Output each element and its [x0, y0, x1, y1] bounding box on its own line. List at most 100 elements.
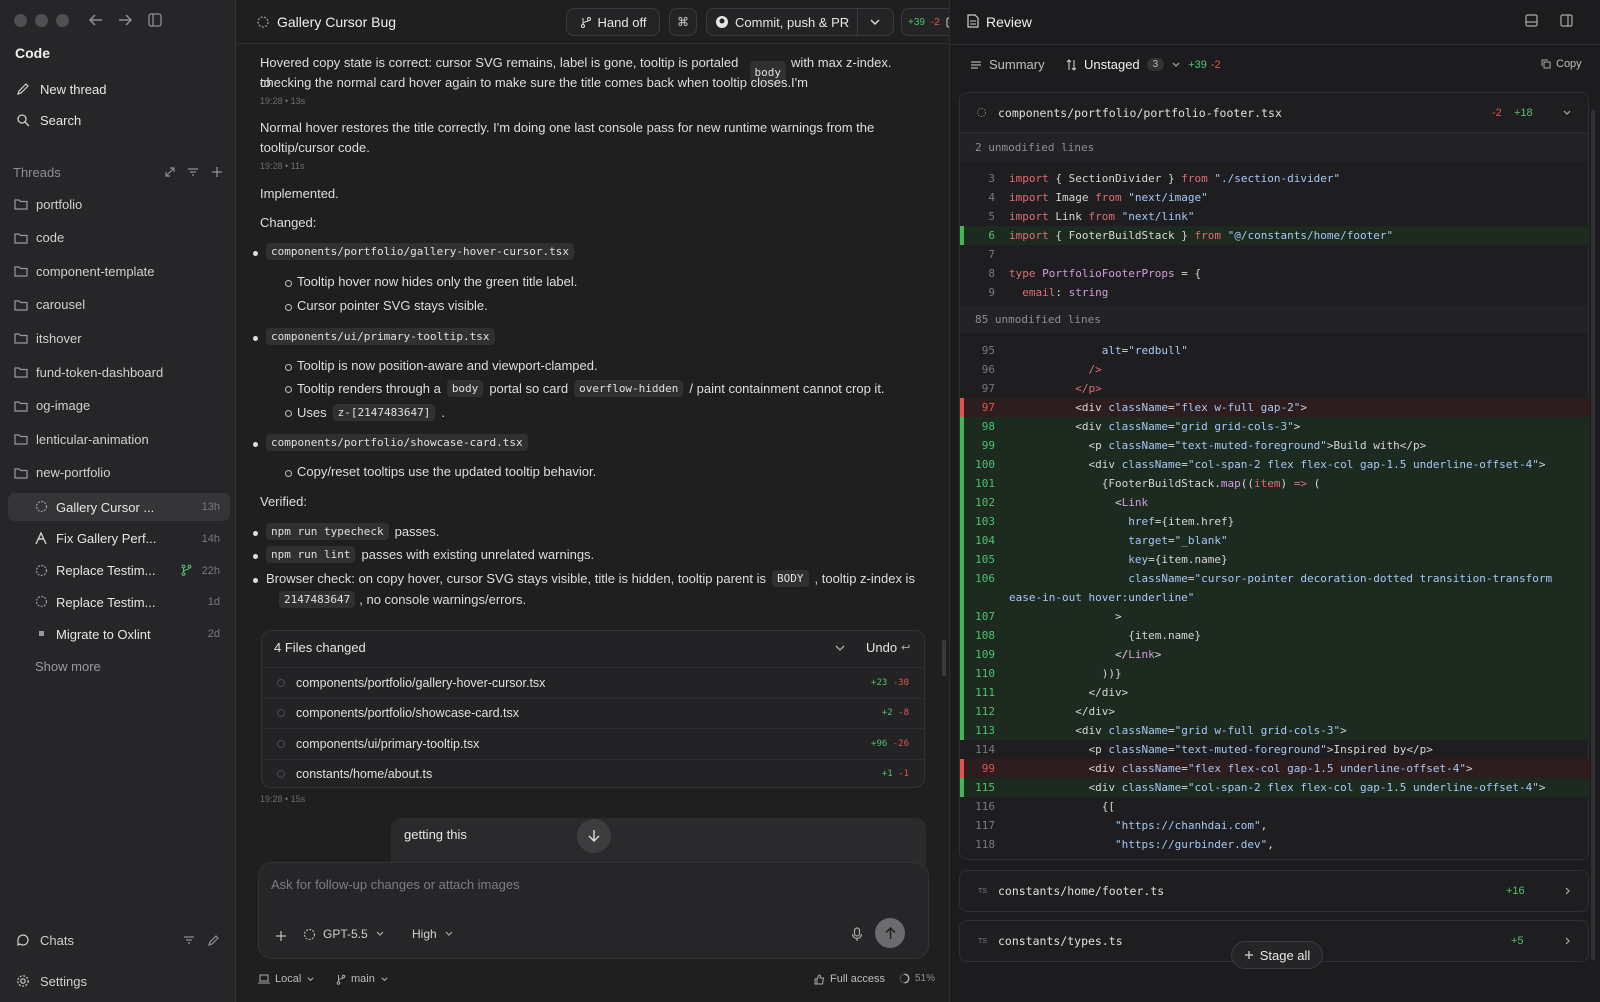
spinner-icon: [976, 107, 987, 118]
forward-arrow-icon[interactable]: [117, 13, 133, 27]
command-button[interactable]: ⌘: [669, 8, 697, 36]
timestamp: 19:28 • 13s: [260, 96, 306, 106]
thread-time: 22h: [201, 564, 220, 577]
text: Tooltip renders through a: [297, 381, 441, 396]
code-line-added: 112 </div>: [960, 702, 1590, 721]
thread-item[interactable]: Gallery Cursor ... 13h: [8, 493, 230, 521]
folder-icon: [14, 433, 28, 445]
sidebar-folder[interactable]: og-image: [8, 392, 228, 420]
thread-item[interactable]: Fix Gallery Perf... 14h: [8, 525, 230, 553]
file-diff-header[interactable]: TS constants/home/footer.ts +16: [960, 871, 1590, 911]
sidebar-folder[interactable]: lenticular-animation: [8, 425, 228, 453]
folder-icon: [14, 332, 28, 344]
unmodified-lines-row[interactable]: 85 unmodified lines: [960, 305, 1588, 333]
message-line: Normal hover restores the title correctl…: [260, 120, 875, 135]
new-thread-button[interactable]: New thread: [8, 75, 228, 103]
undo-button[interactable]: Undo ↩: [866, 640, 910, 655]
inline-code: overflow-hidden: [574, 380, 684, 397]
tab-unstaged[interactable]: Unstaged 3 +39 -2: [1066, 57, 1221, 72]
changed-file-row[interactable]: constants/home/about.ts +1 -1: [262, 758, 924, 789]
settings-button[interactable]: Settings: [8, 967, 228, 995]
thread-item[interactable]: Replace Testim... 1d: [8, 588, 230, 616]
microphone-icon[interactable]: [851, 927, 863, 942]
undo-icon: ↩: [901, 642, 911, 654]
file-diff-header[interactable]: components/portfolio/portfolio-footer.ts…: [960, 93, 1590, 133]
sidebar-folder[interactable]: fund-token-dashboard: [8, 358, 228, 386]
effort-selector[interactable]: High: [412, 927, 454, 941]
inline-code: z-[2147483647]: [332, 404, 436, 421]
diff-add: +39: [908, 16, 925, 28]
copy-button[interactable]: Copy: [1541, 58, 1582, 70]
stage-all-button[interactable]: Stage all: [1231, 941, 1323, 969]
hand-off-button[interactable]: Hand off: [566, 8, 660, 36]
file-name: constants/types.ts: [998, 934, 1123, 948]
close-window-button[interactable]: [14, 14, 27, 27]
file-diff-collapsed[interactable]: TS constants/home/footer.ts +16: [959, 870, 1589, 912]
search-button[interactable]: Search: [8, 106, 228, 134]
copy-icon: [1541, 59, 1551, 69]
folder-icon: [14, 366, 28, 378]
message-line: tooltip/cursor code.: [260, 140, 370, 155]
code-line: 8 type PortfolioFooterProps = {: [988, 267, 1202, 280]
chevron-down-icon[interactable]: [834, 642, 846, 654]
filter-icon[interactable]: [187, 166, 199, 178]
file-status-icon: [277, 709, 285, 717]
chevron-down-icon[interactable]: [869, 16, 881, 28]
chevron-down-icon: [375, 929, 385, 939]
file-status-icon: [277, 678, 285, 687]
sidebar-folder[interactable]: code: [8, 224, 228, 252]
branch-selector[interactable]: main: [336, 973, 389, 985]
inline-code: BODY: [772, 570, 809, 587]
scroll-down-button[interactable]: [577, 819, 611, 853]
chevron-right-icon[interactable]: [1563, 936, 1573, 946]
thread-item[interactable]: Replace Testim... 22h: [8, 557, 230, 585]
sidebar-folder[interactable]: component-template: [8, 257, 228, 285]
send-button[interactable]: [875, 918, 905, 948]
sidebar-folder[interactable]: portfolio: [8, 190, 228, 218]
access-selector[interactable]: Full access: [814, 973, 885, 985]
chevron-down-icon[interactable]: [1562, 108, 1572, 118]
thread-item[interactable]: Migrate to Oxlint 2d: [8, 620, 230, 648]
sidebar-right-icon[interactable]: [1560, 14, 1573, 27]
list-item: Browser check: on copy hover, cursor SVG…: [253, 570, 915, 587]
composer-input[interactable]: Ask for follow-up changes or attach imag…: [271, 877, 520, 892]
expand-icon[interactable]: [164, 166, 176, 178]
unmodified-lines-row[interactable]: 2 unmodified lines: [960, 133, 1588, 161]
inline-code: components/portfolio/showcase-card.tsx: [266, 434, 528, 451]
sidebar-folder[interactable]: new-portfolio: [8, 459, 228, 487]
minimize-window-button[interactable]: [35, 14, 48, 27]
spinner-icon: [256, 15, 270, 29]
plus-icon[interactable]: [275, 930, 287, 942]
toggle-sidebar-icon[interactable]: [148, 13, 162, 27]
chevron-right-icon[interactable]: [1563, 886, 1573, 896]
divider: [857, 9, 858, 35]
chats-section[interactable]: Chats: [8, 926, 228, 954]
timestamp: 19:28 • 15s: [260, 794, 306, 804]
file-del-count: -8: [898, 708, 909, 718]
scrollbar[interactable]: [942, 640, 946, 676]
show-more-link[interactable]: Show more: [27, 652, 247, 680]
model-selector[interactable]: GPT-5.5: [303, 927, 385, 941]
file-add-count: +16: [1506, 885, 1525, 897]
environment-selector[interactable]: Local: [258, 973, 315, 985]
spinner-icon: [35, 564, 48, 577]
back-arrow-icon[interactable]: [88, 13, 104, 27]
chats-filter-icon[interactable]: [183, 934, 195, 946]
inline-code: body: [446, 380, 484, 397]
sidebar-folder[interactable]: carousel: [8, 291, 228, 319]
changed-file-row[interactable]: components/portfolio/gallery-hover-curso…: [262, 667, 924, 697]
sidebar-folder[interactable]: itshover: [8, 324, 228, 352]
file-add-count: +23: [871, 677, 888, 688]
commit-button[interactable]: Commit, push & PR: [706, 8, 894, 36]
changed-file-row[interactable]: components/portfolio/showcase-card.tsx +2…: [262, 697, 924, 728]
changed-file-row[interactable]: components/ui/primary-tooltip.tsx +96 -26: [262, 728, 924, 758]
new-chat-icon[interactable]: [208, 934, 220, 946]
tab-summary[interactable]: Summary: [970, 57, 1045, 72]
add-thread-icon[interactable]: [211, 166, 223, 178]
maximize-window-button[interactable]: [56, 14, 69, 27]
chevron-down-icon[interactable]: [1171, 60, 1181, 70]
text: Uses: [297, 405, 327, 420]
scrollbar[interactable]: [1591, 110, 1595, 960]
layout-icon[interactable]: [1525, 14, 1538, 27]
file-add-count: +1: [881, 769, 893, 779]
